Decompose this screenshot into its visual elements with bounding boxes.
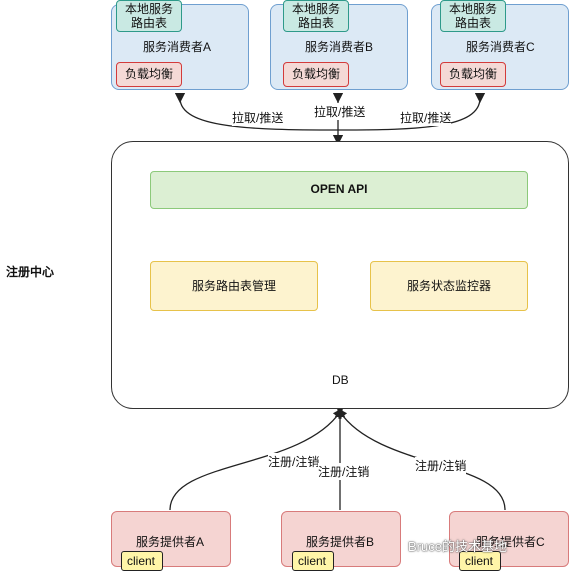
status-monitor-box[interactable]: 服务状态监控器 [370, 261, 528, 311]
register-label-c: 注册/注销 [415, 457, 467, 474]
pull-push-label-a: 拉取/推送 [232, 109, 284, 126]
route-table-management-box[interactable]: 服务路由表管理 [150, 261, 318, 311]
consumer-a-name: 服务消费者A [143, 40, 212, 54]
registry-label: 注册中心 [6, 265, 55, 279]
db-label: DB [332, 373, 349, 387]
provider-b-client: client [292, 551, 334, 571]
consumer-c-load-balancer: 负载均衡 [440, 62, 506, 87]
consumer-a-route-table: 本地服务 路由表 [116, 0, 182, 32]
pull-push-label-c: 拉取/推送 [400, 109, 452, 126]
register-label-b: 注册/注销 [318, 463, 370, 480]
consumer-b-route-table: 本地服务 路由表 [283, 0, 349, 32]
consumer-b-name: 服务消费者B [305, 40, 374, 54]
consumer-a-load-balancer: 负载均衡 [116, 62, 182, 87]
provider-a-client: client [121, 551, 163, 571]
consumer-c-route-table: 本地服务 路由表 [440, 0, 506, 32]
provider-a-name: 服务提供者A [136, 535, 205, 549]
pull-push-label-b: 拉取/推送 [314, 103, 366, 120]
register-label-a: 注册/注销 [268, 453, 320, 470]
watermark: Bruce的技术基地 [408, 539, 507, 554]
consumer-c-name: 服务消费者C [466, 40, 535, 54]
consumer-b-load-balancer: 负载均衡 [283, 62, 349, 87]
open-api-box[interactable]: OPEN API [150, 171, 528, 209]
provider-b-name: 服务提供者B [306, 535, 375, 549]
